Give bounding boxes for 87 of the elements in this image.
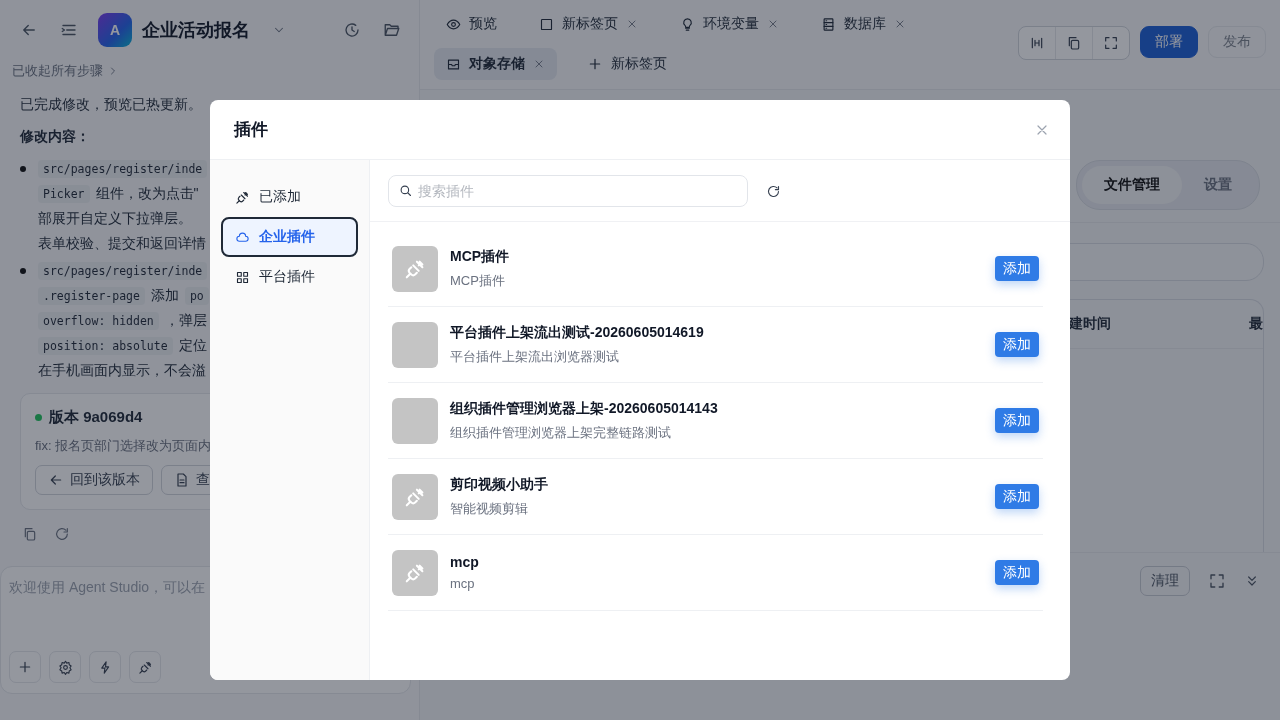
cloud-icon bbox=[235, 229, 250, 245]
message-text: 组件，改为点击" bbox=[95, 184, 199, 203]
dialog-title: 插件 bbox=[234, 119, 268, 141]
plus-icon bbox=[587, 56, 603, 72]
add-button[interactable]: 添加 bbox=[995, 408, 1039, 433]
plugin-description: MCP插件 bbox=[450, 271, 506, 290]
message-text: 在手机画面内显示，不会溢 bbox=[38, 361, 206, 380]
plugin-icon bbox=[392, 473, 438, 520]
plug-icon[interactable] bbox=[137, 659, 153, 675]
plugin-description: 智能视频剪辑 bbox=[450, 499, 529, 518]
close-icon[interactable] bbox=[533, 58, 545, 70]
status-dot-icon bbox=[35, 414, 42, 421]
search-field[interactable]: 搜索插件 bbox=[388, 175, 748, 207]
refresh-icon[interactable] bbox=[766, 183, 781, 199]
deploy-button[interactable]: 部署 bbox=[1140, 26, 1198, 58]
tab[interactable]: 新标签页 bbox=[527, 8, 650, 40]
fullscreen-icon[interactable] bbox=[1208, 572, 1226, 590]
app-title[interactable]: 企业活动报名 bbox=[142, 18, 250, 42]
back-arrow-icon bbox=[48, 472, 64, 488]
message-text: 表单校验、提交和返回详情 bbox=[38, 234, 206, 253]
plugin-name: 平台插件上架流出测试-20260605014619 bbox=[450, 323, 705, 342]
code-snippet: src/pages/register/inde bbox=[38, 159, 208, 178]
plugin-description: 组织插件管理浏览器上架完整链路测试 bbox=[450, 423, 672, 442]
add-button[interactable]: 添加 bbox=[995, 256, 1039, 281]
message-text: 定位 bbox=[178, 336, 207, 355]
code-snippet: Picker bbox=[38, 184, 90, 203]
close-icon[interactable] bbox=[767, 18, 779, 30]
new-tab-button[interactable]: 新标签页 bbox=[575, 48, 679, 80]
add-button[interactable]: 添加 bbox=[995, 332, 1039, 357]
plus-icon[interactable] bbox=[17, 659, 33, 675]
code-snippet: overflow: hidden bbox=[38, 311, 159, 330]
plugin-name: 剪印视频小助手 bbox=[450, 475, 549, 494]
tab[interactable]: 数据库 bbox=[809, 8, 918, 40]
copy-icon[interactable] bbox=[22, 526, 38, 542]
database-icon bbox=[821, 16, 836, 32]
tab[interactable]: 对象存储 bbox=[434, 48, 557, 80]
message-text: 添加 bbox=[150, 286, 179, 305]
tab[interactable]: 环境变量 bbox=[668, 8, 791, 40]
plugin-name: MCP插件 bbox=[450, 247, 511, 266]
category-item[interactable]: 企业插件 bbox=[221, 217, 358, 257]
tab[interactable]: 预览 bbox=[434, 8, 509, 40]
square-icon bbox=[539, 16, 554, 32]
sliders-icon[interactable] bbox=[1029, 35, 1045, 51]
version-title: 版本 9a069d4 bbox=[49, 408, 143, 427]
close-icon[interactable] bbox=[894, 18, 906, 30]
message-text: 部展开自定义下拉弹层。 bbox=[38, 209, 192, 228]
code-snippet: position: absolute bbox=[38, 336, 173, 355]
panel-tab[interactable]: 设置 bbox=[1182, 166, 1254, 204]
fullscreen-icon[interactable] bbox=[1103, 35, 1119, 51]
grid-icon bbox=[235, 269, 250, 285]
search-icon bbox=[398, 183, 413, 198]
code-snippet: po bbox=[184, 286, 209, 305]
plugin-description: 平台插件上架流出浏览器测试 bbox=[450, 347, 620, 366]
code-snippet: src/pages/register/inde bbox=[38, 261, 208, 280]
settings-icon[interactable] bbox=[57, 659, 73, 675]
eye-icon bbox=[446, 16, 461, 32]
column-header: 最 bbox=[1249, 315, 1263, 333]
plugin-name: mcp bbox=[450, 554, 480, 570]
panel-tab[interactable]: 文件管理 bbox=[1082, 166, 1182, 204]
category-item[interactable]: 平台插件 bbox=[221, 257, 358, 297]
version-button[interactable]: 回到该版本 bbox=[35, 465, 153, 495]
plugin-placeholder-icon bbox=[392, 397, 438, 444]
app-avatar: A bbox=[98, 13, 132, 47]
plugin-icon bbox=[392, 549, 438, 596]
lightbulb-icon bbox=[680, 16, 695, 32]
document-icon bbox=[174, 472, 190, 488]
history-icon[interactable] bbox=[343, 21, 361, 39]
category-item[interactable]: 已添加 bbox=[221, 177, 358, 217]
column-header: 建时间 bbox=[1069, 315, 1112, 333]
copy-icon[interactable] bbox=[1066, 35, 1082, 51]
section-heading: 修改内容： bbox=[20, 128, 90, 146]
plugin-description: mcp bbox=[450, 576, 476, 591]
plug-icon bbox=[235, 189, 250, 205]
inbox-icon bbox=[446, 56, 461, 72]
add-button[interactable]: 添加 bbox=[995, 560, 1039, 585]
plugin-placeholder-icon bbox=[392, 321, 438, 368]
plugin-name: 组织插件管理浏览器上架-20260605014143 bbox=[450, 399, 719, 418]
steps-toggle[interactable]: 已收起所有步骤 bbox=[12, 62, 103, 80]
code-snippet: .register-page bbox=[38, 286, 145, 305]
folder-icon[interactable] bbox=[383, 21, 401, 39]
version-summary: fix: 报名页部门选择改为页面内 bbox=[35, 437, 213, 455]
clear-button[interactable]: 清理 bbox=[1140, 566, 1190, 596]
message-text: ，弹层 bbox=[164, 311, 207, 330]
close-icon[interactable] bbox=[626, 18, 638, 30]
add-button[interactable]: 添加 bbox=[995, 484, 1039, 509]
plugin-icon bbox=[392, 245, 438, 292]
message-text: 已完成修改，预览已热更新。 bbox=[20, 96, 202, 114]
